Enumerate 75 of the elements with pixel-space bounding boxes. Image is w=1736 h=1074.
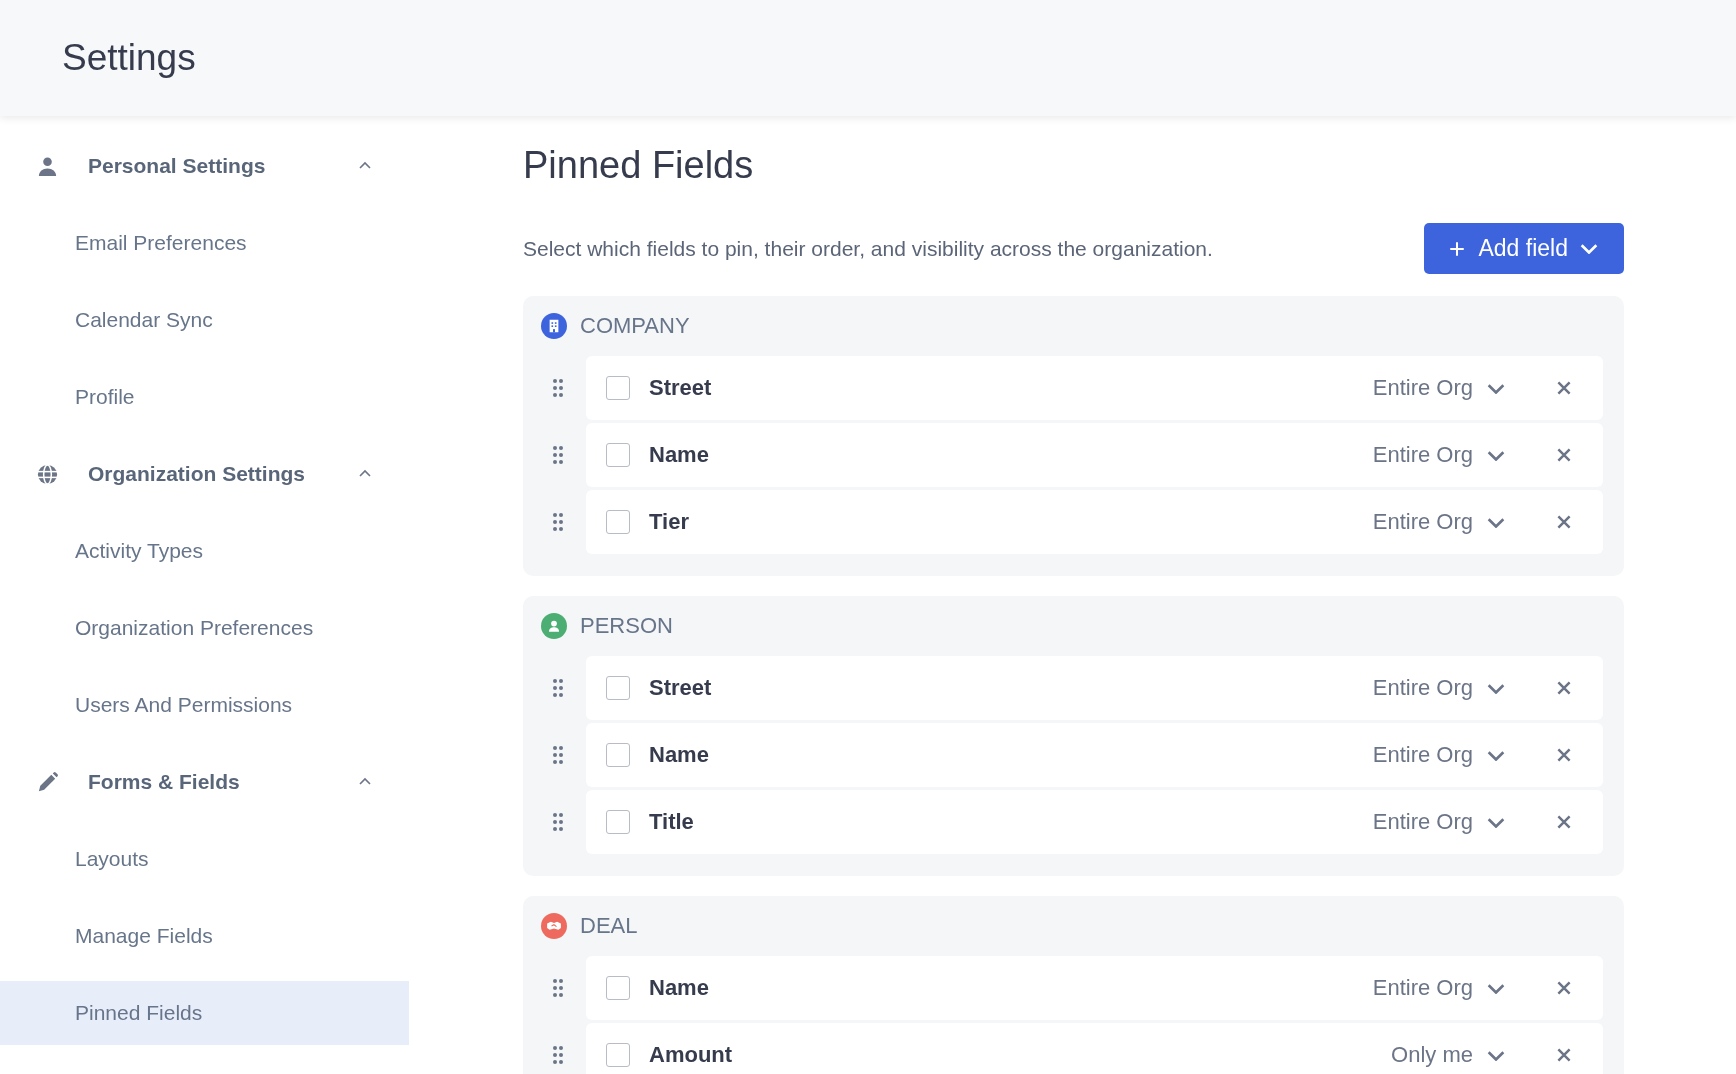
sidebar-item[interactable]: Email Preferences — [0, 211, 409, 275]
close-icon[interactable] — [1555, 379, 1573, 397]
sidebar-item[interactable]: Calendar Sync — [0, 288, 409, 352]
sidebar-group-header[interactable]: Organization Settings — [0, 442, 409, 506]
group-label: Organization Settings — [88, 462, 306, 486]
visibility-dropdown[interactable]: Entire Org — [1372, 375, 1505, 401]
drag-handle-icon[interactable] — [552, 978, 564, 998]
sidebar-item[interactable]: Manage Fields — [0, 904, 409, 968]
sidebar-item[interactable]: Pinned Fields — [0, 981, 409, 1045]
field-label: Title — [649, 809, 695, 835]
checkbox[interactable] — [606, 676, 630, 700]
sidebar-item[interactable]: Organization Preferences — [0, 596, 409, 660]
chevron-down-icon — [1487, 516, 1505, 528]
checkbox[interactable] — [606, 1043, 630, 1067]
field-label: Street — [649, 375, 713, 401]
sidebar-item[interactable]: Users And Permissions — [0, 673, 409, 737]
visibility-dropdown[interactable]: Entire Org — [1372, 742, 1505, 768]
group-title: DEAL — [580, 913, 638, 939]
group-label: Personal Settings — [88, 154, 267, 178]
chevron-down-icon — [1487, 816, 1505, 828]
chevron-down-icon — [1487, 682, 1505, 694]
group-title: COMPANY — [580, 313, 690, 339]
checkbox[interactable] — [606, 743, 630, 767]
description-text: Select which fields to pin, their order, and visibility across the organization. — [523, 236, 1213, 261]
field-label: Tier — [649, 509, 690, 535]
chevron-down-icon — [1487, 382, 1505, 394]
field-label: Name — [649, 975, 710, 1001]
visibility-dropdown[interactable]: Entire Org — [1372, 809, 1505, 835]
field-label: Name — [649, 742, 710, 768]
checkbox[interactable] — [606, 376, 630, 400]
sidebar-item[interactable]: Activity Types — [0, 519, 409, 583]
pencil-icon — [36, 770, 59, 794]
close-icon[interactable] — [1555, 513, 1573, 531]
group-label: Forms & Fields — [88, 770, 241, 794]
close-icon[interactable] — [1555, 979, 1573, 997]
visibility-dropdown[interactable]: Entire Org — [1372, 675, 1505, 701]
close-icon[interactable] — [1555, 813, 1573, 831]
section-title: Pinned Fields — [523, 143, 755, 188]
sidebar-item[interactable]: Profile — [0, 365, 409, 429]
add-field-button[interactable]: Add field — [1424, 223, 1624, 274]
drag-handle-icon[interactable] — [552, 678, 564, 698]
chevron-down-icon — [1487, 1049, 1505, 1061]
drag-handle-icon[interactable] — [552, 1045, 564, 1065]
field-label: Street — [649, 675, 713, 701]
group-title: PERSON — [580, 613, 673, 639]
close-icon[interactable] — [1555, 679, 1573, 697]
drag-handle-icon[interactable] — [552, 512, 564, 532]
checkbox[interactable] — [606, 443, 630, 467]
drag-handle-icon[interactable] — [552, 745, 564, 765]
person-icon — [36, 154, 59, 178]
page-title: Settings — [62, 37, 196, 79]
visibility-dropdown[interactable]: Entire Org — [1372, 975, 1505, 1001]
visibility-dropdown[interactable]: Entire Org — [1372, 509, 1505, 535]
checkbox[interactable] — [606, 976, 630, 1000]
checkbox[interactable] — [606, 510, 630, 534]
field-label: Name — [649, 442, 710, 468]
visibility-dropdown[interactable]: Only me — [1391, 1042, 1505, 1068]
close-icon[interactable] — [1555, 446, 1573, 464]
field-label: Amount — [649, 1042, 734, 1068]
chevron-down-icon — [1487, 449, 1505, 461]
chevron-down-icon — [1487, 749, 1505, 761]
visibility-dropdown[interactable]: Entire Org — [1372, 442, 1505, 468]
plus-icon — [1448, 239, 1467, 258]
globe-icon — [36, 462, 59, 486]
chevron-down-icon — [1580, 243, 1598, 254]
sidebar-group-header[interactable]: Personal Settings — [0, 134, 409, 198]
chevron-down-icon — [1487, 982, 1505, 994]
checkbox[interactable] — [606, 810, 630, 834]
drag-handle-icon[interactable] — [552, 812, 564, 832]
close-icon[interactable] — [1555, 746, 1573, 764]
sidebar-item[interactable]: Layouts — [0, 827, 409, 891]
drag-handle-icon[interactable] — [552, 445, 564, 465]
close-icon[interactable] — [1555, 1046, 1573, 1064]
drag-handle-icon[interactable] — [552, 378, 564, 398]
sidebar-group-header[interactable]: Forms & Fields — [0, 750, 409, 814]
